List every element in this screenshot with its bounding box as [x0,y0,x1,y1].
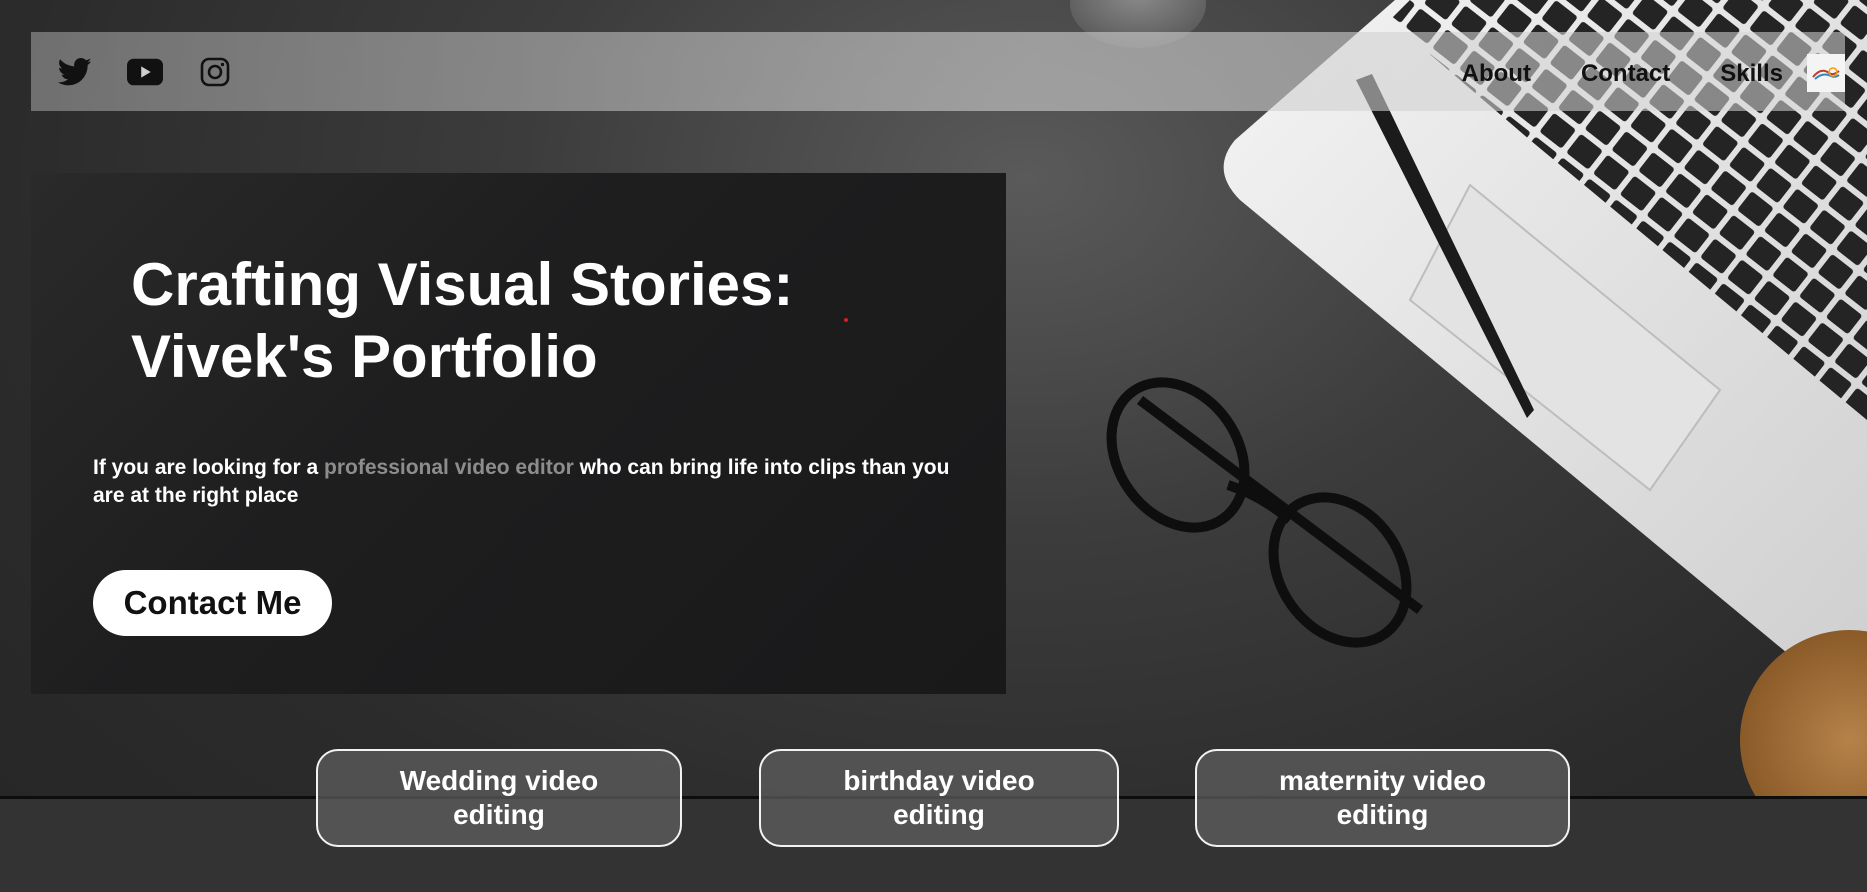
logo-icon[interactable] [1807,53,1845,92]
service-card-birthday[interactable]: birthday video editing [759,749,1119,847]
instagram-icon[interactable] [197,54,233,90]
service-label-line-2: editing [893,799,985,830]
service-label-line-2: editing [1336,799,1429,830]
hero-desc-highlight: professional video editor [324,456,574,479]
contact-me-button[interactable]: Contact Me [93,570,332,636]
service-card-wedding[interactable]: Wedding video editing [316,749,682,847]
twitter-icon[interactable] [57,54,93,90]
youtube-icon[interactable] [127,54,163,90]
cursor-dot [844,318,848,322]
nav-link-contact[interactable]: Contact [1581,60,1670,88]
page: About Contact Skills Crafting Visual Sto… [0,0,1867,892]
service-label-line-1: maternity video [1279,765,1486,796]
service-label-line-1: birthday video [843,765,1035,796]
hero-description: If you are looking for a professional vi… [93,454,973,510]
service-label-line-1: Wedding video [399,765,599,796]
hero-card: Crafting Visual Stories: Vivek's Portfol… [31,173,1006,694]
hero-title: Crafting Visual Stories: Vivek's Portfol… [131,249,891,393]
service-card-maternity[interactable]: maternity video editing [1195,749,1570,847]
hero-desc-before: If you are looking for a [93,456,325,479]
hero-title-line-1: Crafting Visual Stories: [131,251,794,318]
nav-link-about[interactable]: About [1462,60,1531,88]
hero-title-line-2: Vivek's Portfolio [131,323,598,390]
nav-link-skills[interactable]: Skills [1720,60,1783,88]
nav-links: About Contact Skills [1462,52,1845,92]
service-label-line-2: editing [453,799,545,830]
social-links [31,54,233,90]
top-navbar: About Contact Skills [31,32,1845,111]
